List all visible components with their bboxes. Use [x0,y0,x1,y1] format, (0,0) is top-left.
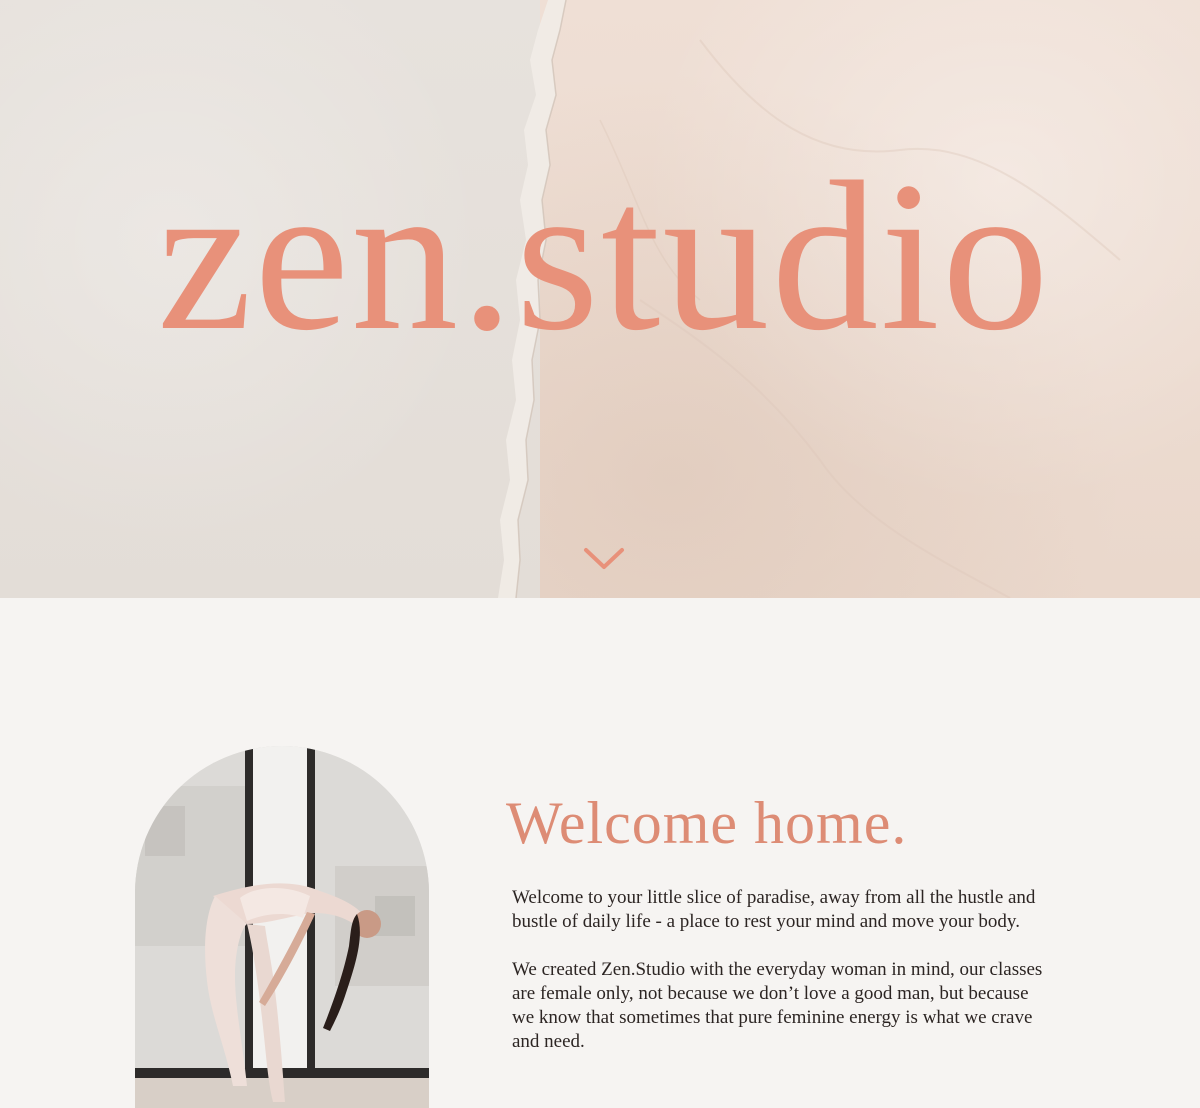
chevron-down-icon[interactable] [583,545,625,573]
welcome-body: Welcome to your little slice of paradise… [512,886,1052,1078]
welcome-paragraph: Welcome to your little slice of paradise… [512,887,1036,932]
welcome-heading: Welcome home. [506,790,908,856]
yoga-photo [135,746,429,1108]
hero-section: zen.studio [0,0,1200,598]
yoga-photo-illustration [135,746,429,1108]
brand-wordmark: zen.studio [157,138,1051,375]
welcome-paragraph: We created Zen.Studio with the everyday … [512,959,1043,1052]
